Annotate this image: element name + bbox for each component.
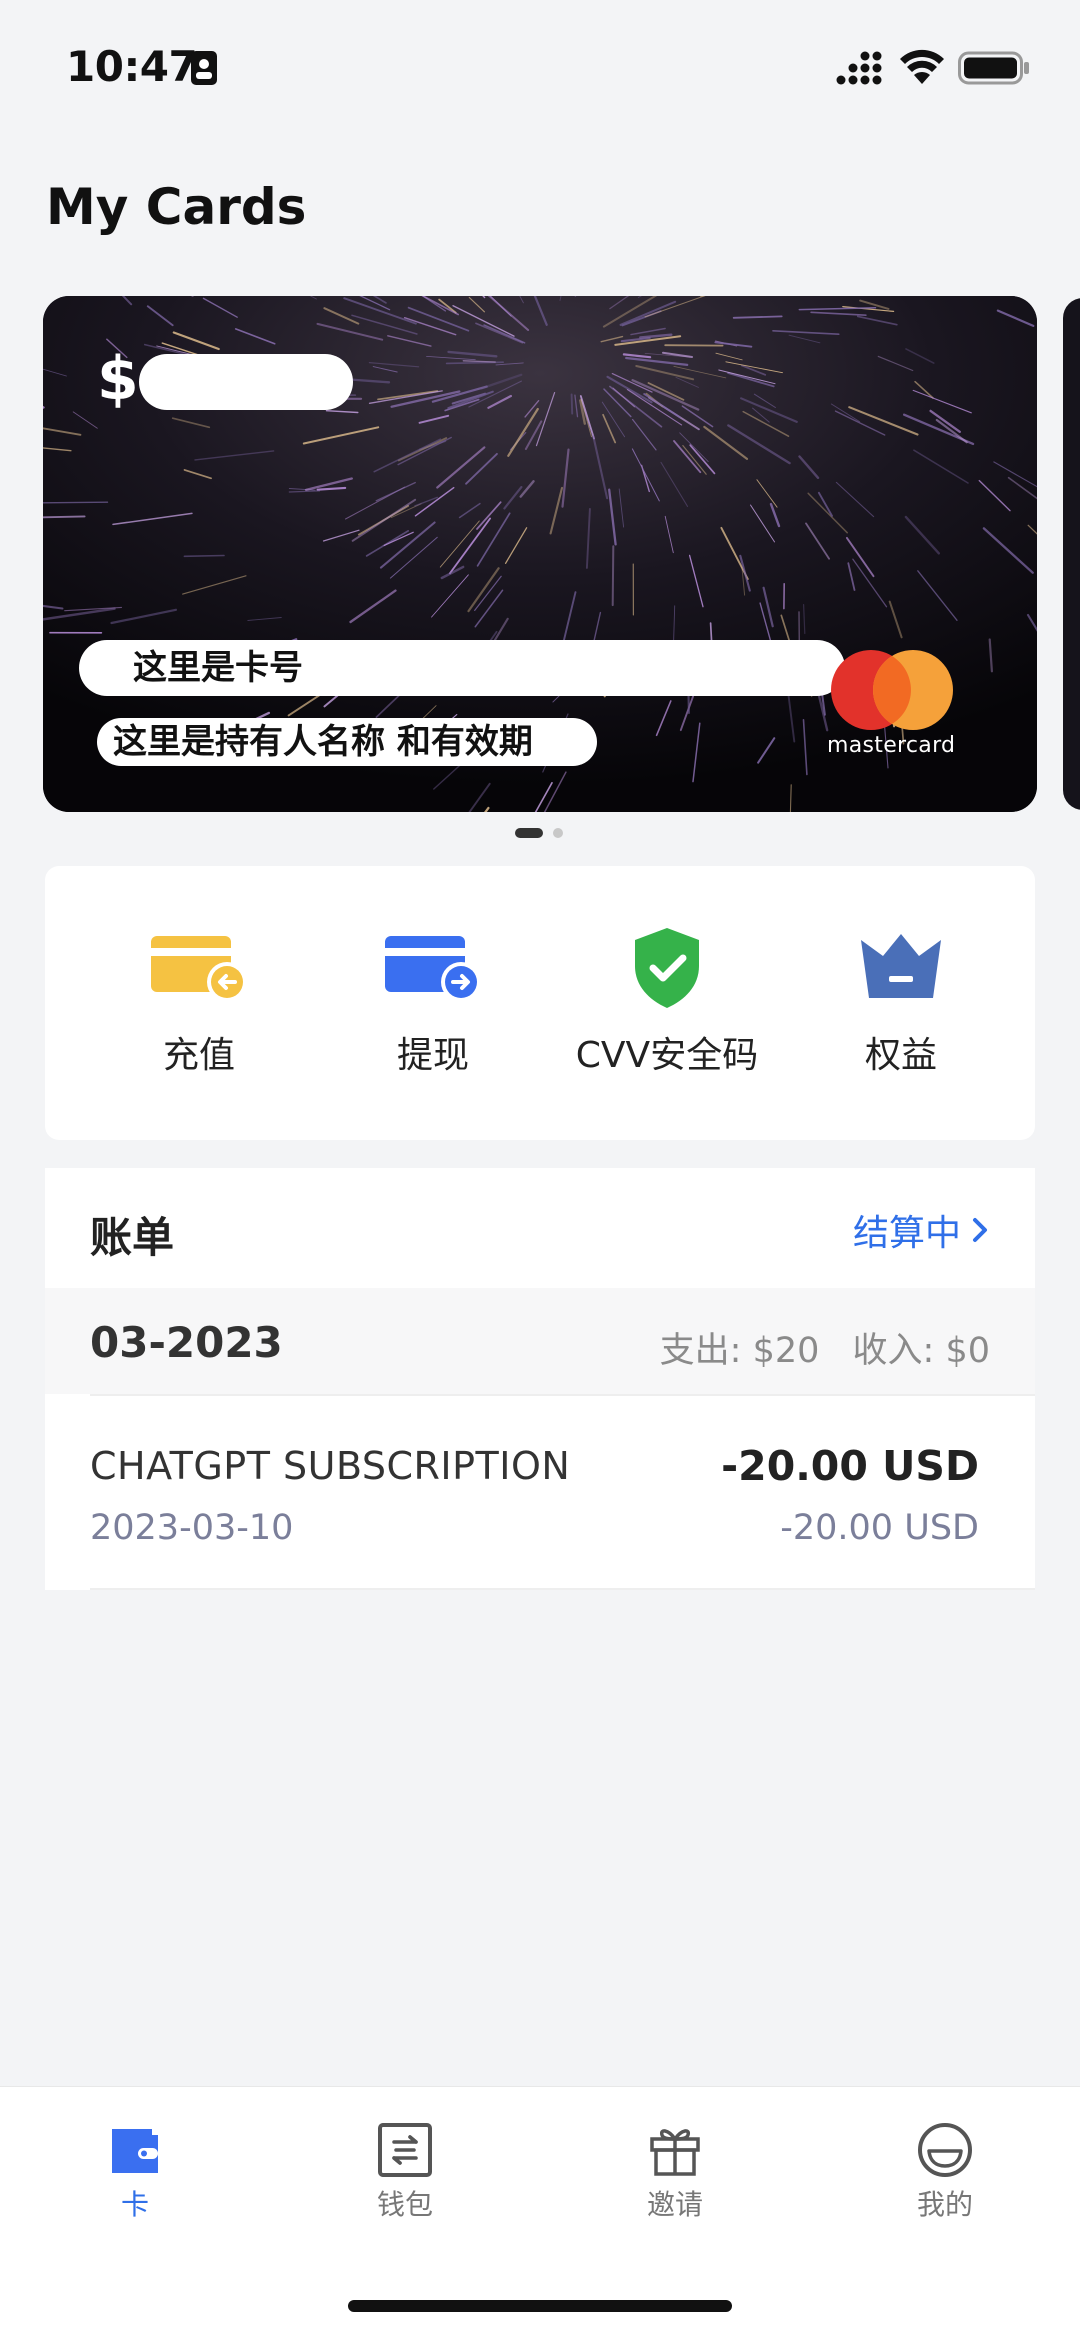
transaction-original-amount: -20.00 USD	[780, 1508, 979, 1548]
income-total: 收入: $0	[852, 1331, 990, 1371]
top-up-button[interactable]: 充值	[79, 926, 319, 1106]
pager-dot	[553, 828, 563, 838]
status-time: 10:47	[66, 42, 198, 91]
top-up-label: 充值	[162, 1035, 235, 1076]
tab-card-label: 卡	[120, 2188, 149, 2221]
month-summary-row[interactable]: 03-2023 支出: $20 收入: $0	[45, 1288, 1035, 1394]
tab-card[interactable]: 卡	[35, 2121, 235, 2221]
mastercard-wordmark: mastercard	[827, 733, 956, 758]
cvv-code-button[interactable]: CVV安全码	[547, 926, 787, 1106]
month-label: 03-2023	[90, 1318, 283, 1367]
settling-link[interactable]: 结算中	[853, 1204, 991, 1256]
settling-label: 结算中	[852, 1213, 961, 1254]
tab-wallet-label: 钱包	[376, 2188, 433, 2221]
bill-header: 账单 结算中	[45, 1168, 1035, 1288]
pager-dot-active	[515, 828, 543, 838]
transaction-date: 2023-03-10	[90, 1508, 294, 1548]
status-bar: 10:47	[0, 0, 1080, 130]
bank-card[interactable]: $ 这里是卡号 这里是持有人名称 和有效期 mastercard	[43, 296, 1037, 812]
card-pager	[0, 828, 1080, 840]
month-totals: 支出: $20 收入: $0	[638, 1322, 990, 1373]
transaction-amount: -20.00 USD	[721, 1442, 979, 1490]
tab-me-label: 我的	[916, 2188, 973, 2221]
crown-icon	[861, 934, 941, 998]
card-topup-icon	[151, 936, 247, 1002]
my-cards-screen: 10:47 My Cards $ 这里是卡号 这里是持有人名称 和有效期 mas…	[0, 0, 1080, 2337]
card-currency-symbol: $	[97, 344, 139, 414]
card-holder-and-expiry: 这里是持有人名称 和有效期	[97, 718, 597, 766]
tab-invite[interactable]: 邀请	[575, 2121, 775, 2221]
withdraw-button[interactable]: 提现	[313, 926, 553, 1106]
card-withdraw-icon	[385, 936, 481, 1002]
chevron-right-icon	[973, 1218, 987, 1242]
cellular-signal-icon	[836, 51, 882, 85]
next-card-peek[interactable]	[1063, 298, 1080, 810]
card-balance-redacted	[139, 354, 353, 410]
bill-section: 账单 结算中 03-2023 支出: $20 收入: $0 CHATGPT SU…	[45, 1168, 1035, 1590]
transaction-row[interactable]: CHATGPT SUBSCRIPTION 2023-03-10 -20.00 U…	[45, 1396, 1035, 1588]
card-light-streak	[43, 501, 109, 504]
smile-icon	[918, 2123, 972, 2177]
shield-check-icon	[635, 928, 699, 1008]
wifi-icon	[900, 49, 944, 84]
wallet-icon	[378, 2123, 432, 2177]
cvv-code-label: CVV安全码	[575, 1035, 759, 1076]
battery-icon	[958, 51, 1029, 85]
bill-title: 账单	[90, 1213, 175, 1262]
quick-actions: 充值 提现 CVV安全码 权益	[45, 866, 1035, 1140]
expense-total: 支出: $20	[659, 1331, 820, 1371]
tab-me[interactable]: 我的	[845, 2121, 1045, 2221]
card-light-streak	[611, 545, 615, 607]
card-light-streak	[183, 554, 225, 558]
divider	[90, 1588, 1035, 1590]
tab-invite-label: 邀请	[646, 2188, 703, 2221]
page-title: My Cards	[46, 178, 307, 236]
tab-wallet[interactable]: 钱包	[305, 2121, 505, 2221]
gift-icon	[650, 2129, 700, 2176]
home-indicator[interactable]	[348, 2300, 732, 2312]
card-light-streak	[570, 393, 574, 415]
card-icon	[112, 2129, 158, 2173]
contact-card-icon	[191, 51, 217, 85]
card-number: 这里是卡号	[79, 640, 845, 696]
benefits-button[interactable]: 权益	[781, 926, 1021, 1106]
benefits-label: 权益	[864, 1035, 937, 1076]
withdraw-label: 提现	[396, 1035, 469, 1076]
transaction-merchant: CHATGPT SUBSCRIPTION	[90, 1444, 571, 1488]
